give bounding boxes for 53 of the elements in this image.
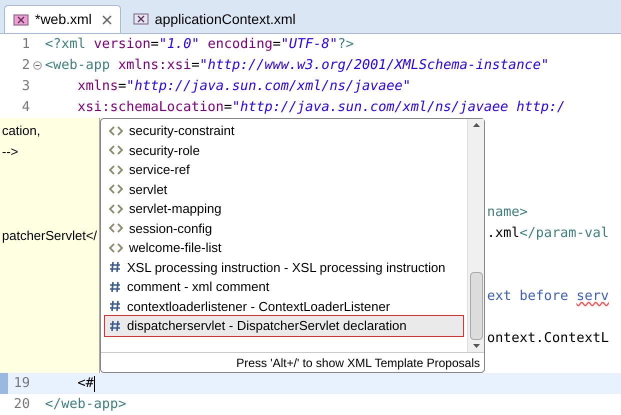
proposal-item[interactable]: welcome-file-list <box>105 238 463 258</box>
code-text: name> <box>487 203 528 222</box>
line-number: 2 <box>20 56 30 76</box>
tag-icon <box>109 223 123 234</box>
hash-icon <box>109 320 121 332</box>
tag-icon <box>109 145 123 156</box>
scroll-up-icon[interactable] <box>472 123 480 127</box>
proposal-item[interactable]: session-config <box>105 218 463 238</box>
scroll-down-icon[interactable] <box>472 344 480 348</box>
text-cursor <box>94 376 95 392</box>
xml-file-icon <box>13 12 29 28</box>
code-text: xmlns="http://java.sun.com/xml/ns/javaee" <box>76 77 411 96</box>
tag-icon <box>109 164 123 175</box>
code-text: xsi:schemaLocation="http://java.sun.com/xml/ns/javaee http:/ <box>76 98 566 118</box>
code-text: <web-app xmlns:xsi="http://www.w3.org/2001/XMLSchema-instance" <box>45 56 549 76</box>
hash-icon <box>109 300 121 312</box>
tag-icon <box>109 242 123 253</box>
line-number: 3 <box>20 77 30 96</box>
proposal-item[interactable]: XSL processing instruction - XSL processing instruction <box>105 258 463 277</box>
scrollbar[interactable] <box>467 119 484 352</box>
tag-icon <box>109 126 123 136</box>
code-text: ext before serv <box>487 287 609 306</box>
tag-icon <box>109 204 123 214</box>
hash-icon <box>109 261 121 274</box>
proposal-item[interactable]: servlet-mapping <box>105 199 463 218</box>
proposal-item[interactable]: servlet <box>105 180 463 199</box>
hash-icon <box>109 280 121 293</box>
code-text: </web-app> <box>45 395 126 414</box>
proposal-footer: Press 'Alt+/' to show XML Template Proposals <box>101 352 484 372</box>
code-text: <?xml version="1.0" encoding="UTF-8"?> <box>45 35 354 54</box>
editor-tab[interactable]: applicationContext.xml <box>124 5 304 33</box>
doc-text: --> <box>1 142 18 161</box>
xml-file-icon <box>132 11 149 27</box>
close-icon[interactable] <box>102 14 112 24</box>
scroll-thumb[interactable] <box>470 272 482 340</box>
proposal-item[interactable]: service-ref <box>105 160 463 180</box>
tag-icon <box>109 184 123 194</box>
line-number: 19 <box>12 374 30 394</box>
code-text: .xml</param-val <box>487 224 609 244</box>
editor-tab[interactable]: *web.xml <box>4 5 121 33</box>
proposal-item[interactable]: comment - xml comment <box>105 277 463 296</box>
doc-text: cation, <box>1 122 40 140</box>
proposal-item[interactable]: contextloaderlistener - ContextLoaderListener <box>105 296 463 316</box>
code-text: ontext.ContextL <box>487 329 609 348</box>
code-text: <# <box>76 374 94 394</box>
collapse-icon[interactable] <box>33 61 42 70</box>
proposal-item[interactable]: security-constraint <box>105 121 463 140</box>
line-number: 4 <box>20 98 30 118</box>
line-number: 1 <box>20 35 30 54</box>
line-number: 20 <box>12 395 30 414</box>
proposal-item[interactable]: dispatcherservlet - DispatcherServlet declaration <box>105 316 463 336</box>
doc-text: patcherServlet</ <box>1 226 98 245</box>
proposal-item[interactable]: security-role <box>105 140 463 160</box>
